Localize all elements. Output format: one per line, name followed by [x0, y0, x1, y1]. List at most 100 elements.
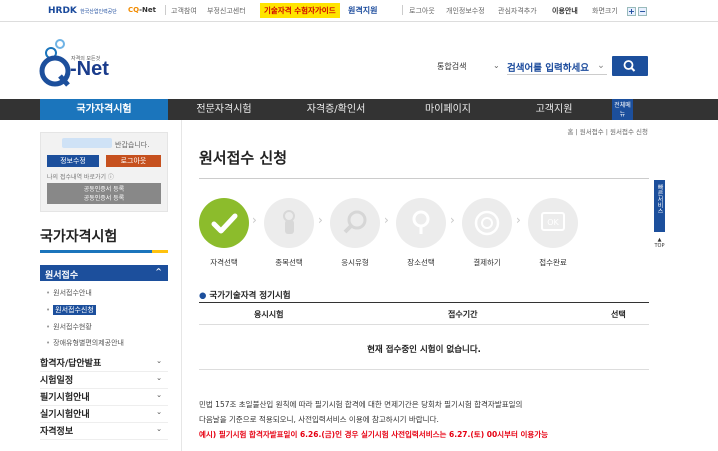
chevron-right-icon: › [318, 213, 323, 227]
logout-button[interactable]: 로그아웃 [106, 155, 161, 167]
sidebar-sub-status[interactable]: • 원서접수현황 [46, 322, 92, 332]
cert-line-2: 공동인증서 등록 [83, 195, 125, 202]
bullet-icon: • [46, 289, 51, 297]
sidebar-item-label: 자격정보 [40, 427, 74, 437]
notice-line-2: 다음날을 기준으로 적용되오니, 사전입력서비스 이용에 참고하시기 바랍니다. [199, 415, 439, 424]
search-input[interactable]: 검색어를 입력하세요 ⌄ [507, 57, 607, 75]
magnifier-icon [343, 210, 367, 234]
sidebar-title-accent [152, 250, 168, 253]
search-scope-select[interactable]: 통합검색 ⌄ [437, 61, 501, 72]
divider [165, 5, 166, 15]
search-button[interactable] [612, 56, 648, 76]
my-application-shortcut[interactable]: 나의 접수내역 바로가기 ⓘ [47, 172, 114, 181]
link-add-interest[interactable]: 관심자격추가 [498, 6, 537, 16]
nav-certificate[interactable]: 자격증/확인서 [280, 99, 392, 120]
sidebar-item-qualification-info[interactable]: 자격정보 ⌄ [40, 424, 168, 440]
check-icon [211, 213, 238, 234]
bullet-icon: ● [199, 291, 207, 301]
link-report-center[interactable]: 부정신고센터 [207, 6, 246, 16]
table-header-exam: 응시시험 [254, 310, 284, 319]
sidebar-item-practical-exam[interactable]: 실기시험안내 ⌄ [40, 407, 168, 423]
chevron-right-icon: › [516, 213, 521, 227]
page-title: 원서접수 신청 [199, 149, 288, 167]
logo-text: -Net [70, 58, 109, 80]
link-edit-profile[interactable]: 개인정보수정 [446, 6, 485, 16]
sidebar-item-label: 필기시험안내 [40, 393, 90, 403]
pointer-hand-icon [283, 210, 295, 234]
quick-service-label: 빠른서비스 [656, 184, 663, 214]
sidebar-item-label: 합격자/답안발표 [40, 359, 102, 369]
step-label: 종목선택 [275, 258, 303, 267]
divider [402, 5, 403, 15]
table-header-select: 선택 [611, 310, 626, 319]
welcome-text: 반갑습니다. [115, 141, 150, 149]
chevron-right-icon: › [252, 213, 257, 227]
step-label: 결제하기 [473, 258, 501, 267]
sidebar-sub-label: 원서접수안내 [53, 289, 92, 297]
chevron-down-icon: ⌄ [156, 357, 162, 365]
table-header-divider [199, 324, 649, 325]
all-menu-label: 전체메뉴 [614, 102, 631, 118]
chevron-up-icon: ^ [155, 267, 162, 276]
sidebar-item-label: 실기시험안내 [40, 410, 90, 420]
search-placeholder: 검색어를 입력하세요 [507, 63, 589, 74]
sidebar-title-underline [40, 250, 168, 253]
top-label: TOP [654, 243, 665, 249]
step-label: 장소선택 [407, 258, 435, 267]
ok-window-icon: OK [541, 212, 565, 231]
quick-service-button[interactable]: 빠른서비스 [654, 180, 665, 232]
cq-net-logo[interactable]: CQ-Net [128, 6, 156, 14]
search-scope-label: 통합검색 [437, 62, 467, 71]
nav-national-exam[interactable]: 국가자격시험 [40, 99, 168, 120]
link-logout[interactable]: 로그아웃 [409, 6, 435, 16]
bullet-icon: • [46, 306, 51, 314]
edit-info-button[interactable]: 정보수정 [47, 155, 99, 167]
zoom-out-button[interactable]: − [638, 7, 647, 16]
table-header-period: 접수기간 [448, 310, 478, 319]
all-menu-button[interactable]: 전체메뉴 ⌄ [612, 99, 633, 127]
user-name [62, 138, 112, 148]
chevron-right-icon: › [384, 213, 389, 227]
remote-support-link[interactable]: 원격지원 [348, 5, 377, 16]
column-divider [181, 120, 182, 451]
coin-icon [474, 210, 500, 236]
sidebar-title: 국가자격시험 [40, 229, 118, 245]
sidebar-item-label: 시험일정 [40, 376, 74, 386]
chevron-down-icon: ⌄ [493, 61, 500, 70]
step-select-item [264, 198, 314, 248]
screen-size-label: 화면크기 [592, 7, 618, 15]
sidebar-section-label: 원서접수 [45, 271, 79, 281]
scroll-top-button[interactable]: ▲ TOP [654, 237, 665, 249]
sidebar-sub-label: 원서접수현황 [53, 323, 92, 331]
location-pin-icon [412, 210, 430, 234]
nav-mypage[interactable]: 마이페이지 [392, 99, 504, 120]
search-icon [623, 60, 636, 72]
sidebar-item-written-exam[interactable]: 필기시험안내 ⌄ [40, 390, 168, 406]
cert-line-1: 공동인증서 등록 [83, 186, 125, 193]
notice-line-1: 민법 157조 초일불산입 원칙에 따라 필기시험 합격에 대한 면제기간은 당… [199, 400, 523, 409]
table-bottom-border [199, 369, 649, 370]
sidebar-item-schedule[interactable]: 시험일정 ⌄ [40, 373, 168, 389]
zoom-in-button[interactable]: + [627, 7, 636, 16]
nav-customer-support[interactable]: 고객지원 [504, 99, 604, 120]
sidebar-item-results[interactable]: 합격자/답안발표 ⌄ [40, 356, 168, 372]
nav-professional-exam[interactable]: 전문자격시험 [168, 99, 280, 120]
sidebar-sub-label: 원서접수신청 [53, 305, 96, 315]
sidebar-sub-accessibility[interactable]: • 장애유형별편의제공안내 [46, 338, 124, 348]
chevron-down-icon: ⌄ [156, 408, 162, 416]
link-usage-guide[interactable]: 이용안내 [552, 6, 578, 16]
sidebar-section-application[interactable]: 원서접수 ^ [40, 265, 168, 281]
breadcrumb: 홈 | 원서접수 | 원서접수 신청 [567, 128, 649, 136]
sidebar-sub-apply[interactable]: • 원서접수신청 [46, 305, 96, 315]
section-title: ● 국가기술자격 정기시험 [199, 289, 291, 301]
step-payment [462, 198, 512, 248]
hrdk-logo[interactable]: HRDK 한국산업인력공단 [48, 6, 117, 16]
step-select-location [396, 198, 446, 248]
step-label: 응시유형 [341, 258, 369, 267]
link-customer-participation[interactable]: 고객참여 [171, 6, 197, 16]
exam-guide-link[interactable]: 기술자격 수험자가이드 [260, 3, 340, 18]
title-divider [199, 178, 649, 179]
certificate-register-button[interactable]: 공동인증서 등록 공동인증서 등록 [47, 183, 161, 204]
sidebar-sub-guide[interactable]: • 원서접수안내 [46, 288, 92, 298]
svg-text:OK: OK [547, 218, 559, 227]
